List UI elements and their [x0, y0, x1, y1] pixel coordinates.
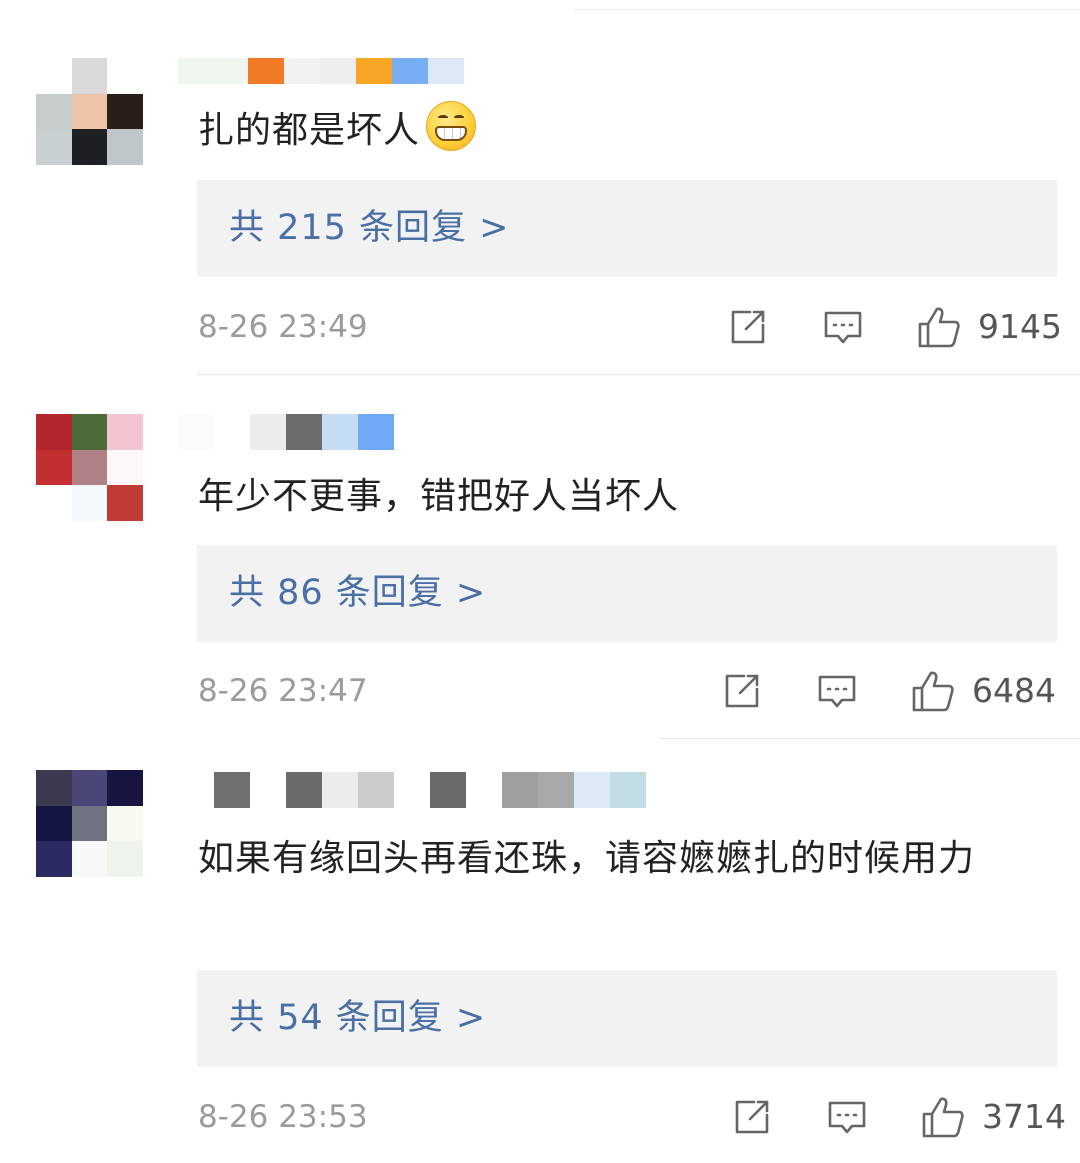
reply-count-label: 共 86 条回复 > [229, 573, 487, 613]
reply-count-label: 共 54 条回复 > [229, 998, 487, 1038]
comment-text: 扎的都是坏人 [198, 100, 1060, 162]
grinning-face-icon [426, 101, 477, 151]
timestamp: 8-26 23:47 [198, 673, 368, 709]
reply-thread-link[interactable]: 共 54 条回复 > [197, 970, 1057, 1067]
username[interactable] [214, 772, 646, 808]
comment-icon[interactable] [817, 671, 857, 711]
avatar[interactable] [36, 770, 143, 877]
like-count: 9145 [978, 307, 1062, 346]
reply-count-label: 共 215 条回复 > [229, 208, 510, 248]
username[interactable] [178, 414, 394, 450]
share-icon[interactable] [728, 307, 768, 347]
reply-thread-link[interactable]: 共 215 条回复 > [197, 180, 1057, 277]
thumbs-up-icon[interactable] [921, 1095, 965, 1139]
share-icon[interactable] [732, 1097, 772, 1137]
username[interactable] [178, 58, 464, 84]
top-divider [574, 9, 1080, 10]
comment-text: 年少不更事，错把好人当坏人 [198, 476, 680, 517]
thumbs-up-icon[interactable] [917, 305, 961, 349]
comment-icon[interactable] [823, 307, 863, 347]
comment-meta: 8-26 23:47 6484 [0, 666, 1080, 716]
comment-meta: 8-26 23:49 9145 [0, 302, 1080, 352]
comment-icon[interactable] [827, 1097, 867, 1137]
comment-divider [660, 738, 1080, 739]
avatar[interactable] [36, 58, 143, 165]
like-count: 6484 [972, 671, 1056, 710]
reply-thread-link[interactable]: 共 86 条回复 > [197, 545, 1057, 642]
timestamp: 8-26 23:53 [198, 1099, 368, 1135]
timestamp: 8-26 23:49 [198, 309, 368, 345]
share-icon[interactable] [722, 671, 762, 711]
comment-meta: 8-26 23:53 3714 [0, 1092, 1080, 1142]
avatar[interactable] [36, 414, 143, 521]
like-count: 3714 [982, 1097, 1066, 1136]
comment-text: 如果有缘回头再看还珠，请容嬷嬷扎的时候用力 [198, 838, 976, 879]
comment-divider [197, 374, 1080, 375]
thumbs-up-icon[interactable] [911, 669, 955, 713]
comment-body: 扎的都是坏人 [198, 110, 421, 151]
